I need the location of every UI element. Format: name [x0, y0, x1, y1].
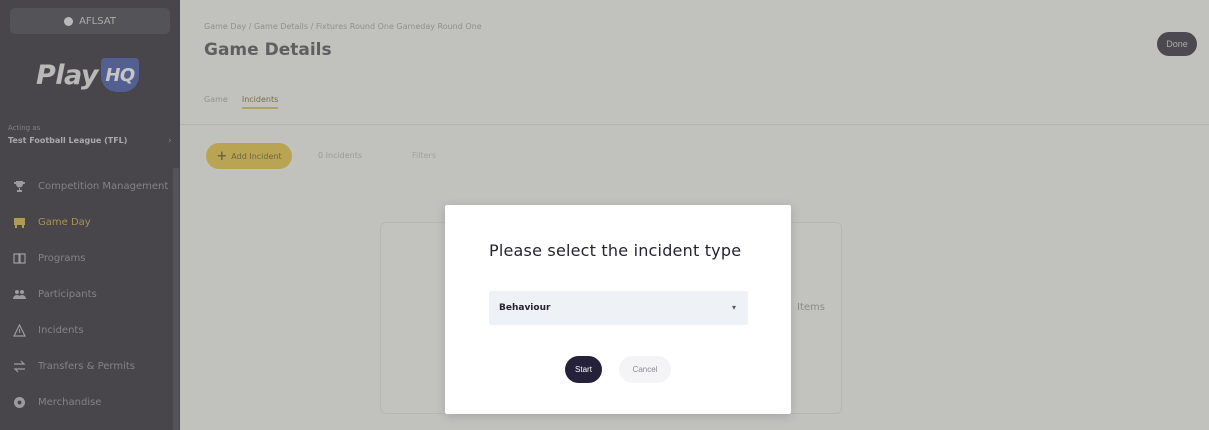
chevron-down-icon: ▾ [731, 303, 736, 312]
start-button[interactable]: Start [565, 356, 602, 383]
incident-type-modal: Please select the incident type Behaviou… [445, 205, 791, 414]
select-value: Behaviour [499, 303, 551, 313]
cancel-button[interactable]: Cancel [619, 356, 671, 383]
modal-title: Please select the incident type [489, 241, 742, 260]
incident-type-select[interactable]: Behaviour ▾ [489, 291, 748, 325]
